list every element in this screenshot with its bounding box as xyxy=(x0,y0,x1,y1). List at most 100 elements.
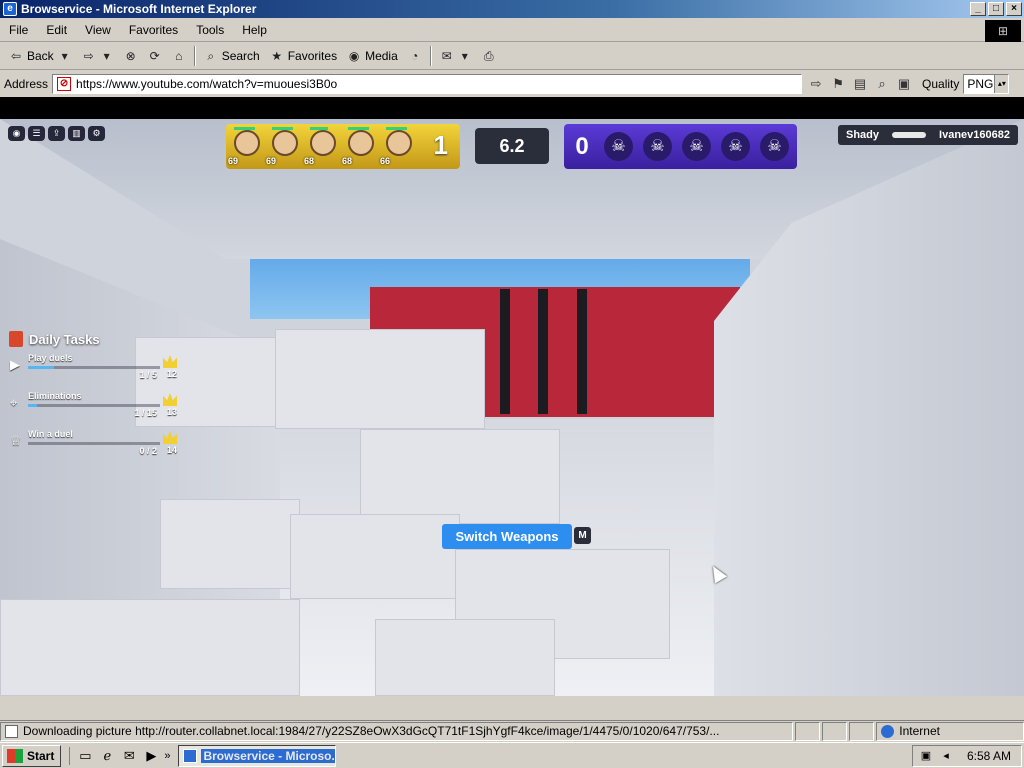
stop-button[interactable]: ⊗ xyxy=(119,45,143,67)
menu-view[interactable]: View xyxy=(76,23,120,37)
media-player-icon[interactable]: ▶ xyxy=(142,747,160,765)
menu-tools[interactable]: Tools xyxy=(187,23,233,37)
team-scoreboard: 69 69 68 68 66 1 xyxy=(226,124,460,169)
volume-icon[interactable]: ◂ xyxy=(939,749,953,763)
share-icon[interactable]: ⇪ xyxy=(48,126,65,141)
team-score: 1 xyxy=(433,130,448,160)
system-tray: ▣ ◂ 6:58 AM xyxy=(912,745,1022,767)
keybind-hint: M xyxy=(574,527,591,544)
favorites-button[interactable]: ★ Favorites xyxy=(265,45,342,67)
home-button[interactable]: ⌂ xyxy=(167,45,191,67)
player-health-bar xyxy=(310,126,329,130)
bookmark-icon[interactable]: ⚑ xyxy=(830,76,846,92)
logo-icon[interactable]: ◉ xyxy=(8,126,25,141)
minimize-button[interactable]: _ xyxy=(970,2,986,16)
taskbar: Start ▭ ℯ ✉ ▶ » Browservice - Microso...… xyxy=(0,742,1024,768)
menu-favorites[interactable]: Favorites xyxy=(120,23,187,37)
outlook-icon[interactable]: ✉ xyxy=(120,747,138,765)
menu-icon[interactable]: ☰ xyxy=(28,126,45,141)
back-arrow-icon: ⇦ xyxy=(10,49,22,63)
network-icon[interactable]: ▣ xyxy=(919,749,933,763)
show-desktop-icon[interactable]: ▭ xyxy=(76,747,94,765)
ie-icon[interactable]: ℯ xyxy=(98,747,116,765)
task-item: ▶ Play duels 1 / 5 12 xyxy=(9,351,179,385)
media-label: Media xyxy=(365,49,398,63)
quality-select[interactable]: PNG ▴▾ xyxy=(963,73,1010,94)
taskbar-window-button[interactable]: Browservice - Microso... xyxy=(178,744,337,767)
history-button[interactable]: ◔ xyxy=(403,45,427,67)
task-reward: 14 xyxy=(166,445,177,455)
task-reward: 13 xyxy=(166,407,177,417)
spin-arrows-icon[interactable]: ▴▾ xyxy=(994,74,1009,93)
game-view[interactable]: ◉ ☰ ⇪ ▥ ⚙ 69 69 68 68 66 1 6.2 0 ☠ ☠ ☠ ☠… xyxy=(0,119,1024,696)
menu-edit[interactable]: Edit xyxy=(37,23,76,37)
close-button[interactable]: × xyxy=(1006,2,1022,16)
search-button[interactable]: ⌕ Search xyxy=(199,45,265,67)
dropdown-arrow-icon[interactable]: ▾ xyxy=(458,49,472,63)
task-progress-bar xyxy=(28,404,160,407)
player-face-icon xyxy=(234,129,260,156)
skull-icon: ☠ xyxy=(760,132,789,161)
mail-button[interactable]: ✉ ▾ xyxy=(435,45,477,67)
task-progress-fill xyxy=(28,404,38,407)
status-message: Downloading picture http://router.collab… xyxy=(0,721,794,741)
daily-tasks-header: Daily Tasks xyxy=(9,331,179,347)
clipboard-icon[interactable]: ▣ xyxy=(896,76,912,92)
zone-label: Internet xyxy=(899,724,940,738)
mail-icon: ✉ xyxy=(441,49,452,63)
menu-file[interactable]: File xyxy=(0,23,37,37)
favorites-label: Favorites xyxy=(287,49,338,63)
menu-help[interactable]: Help xyxy=(233,23,276,37)
player-level: 68 xyxy=(342,155,353,166)
quality-label: Quality xyxy=(922,76,960,91)
address-input[interactable]: ⊘ https://www.youtube.com/watch?v=muoues… xyxy=(52,73,803,94)
killer-name: Shady xyxy=(846,129,880,141)
status-bar: Downloading picture http://router.collab… xyxy=(0,720,1024,741)
status-text: Downloading picture http://router.collab… xyxy=(23,724,720,738)
dropdown-arrow-icon[interactable]: ▾ xyxy=(58,49,72,63)
forward-button[interactable]: ⇨ ▾ xyxy=(77,45,119,67)
scene-pillar xyxy=(577,289,587,414)
quick-launch: ▭ ℯ ✉ ▶ xyxy=(69,746,160,765)
status-panel xyxy=(822,721,848,741)
history-icon: ◔ xyxy=(411,49,419,63)
settings-gear-icon[interactable]: ⚙ xyxy=(88,126,105,141)
inventory-icon[interactable]: ▥ xyxy=(68,126,85,141)
video-top-band xyxy=(0,97,1024,119)
player-health-bar xyxy=(272,126,293,130)
go-arrow-icon[interactable]: ⇨ xyxy=(808,76,824,92)
menu-bar: File Edit View Favorites Tools Help xyxy=(0,19,1024,42)
chevron-right-icon[interactable]: » xyxy=(164,750,170,762)
task-item: ⌖ Eliminations 1 / 15 13 xyxy=(9,389,179,423)
ie-icon xyxy=(183,748,198,763)
scene-block xyxy=(275,329,485,429)
task-name: Win a duel xyxy=(28,429,73,439)
clock[interactable]: 6:58 AM xyxy=(967,749,1011,763)
scene-block xyxy=(160,499,300,589)
round-timer: 6.2 xyxy=(475,128,549,164)
address-bar: Address ⊘ https://www.youtube.com/watch?… xyxy=(0,71,1024,96)
player-avatar: 68 xyxy=(342,126,378,166)
kill-feed: Shady Ivanev160682 xyxy=(838,125,1018,145)
media-button[interactable]: ◉ Media xyxy=(342,45,403,67)
maximize-button[interactable]: □ xyxy=(988,2,1004,16)
print-button[interactable]: ⎙ xyxy=(477,45,501,67)
address-label: Address xyxy=(4,76,49,91)
toolbar-separator xyxy=(429,46,432,66)
scene-pillar xyxy=(538,289,548,414)
back-button[interactable]: ⇦ Back ▾ xyxy=(4,45,77,67)
dropdown-arrow-icon[interactable]: ▾ xyxy=(100,49,114,63)
player-face-icon xyxy=(310,129,336,156)
save-icon[interactable]: ▤ xyxy=(852,76,868,92)
player-face-icon xyxy=(272,129,298,156)
player-health-bar xyxy=(348,126,369,130)
start-button[interactable]: Start xyxy=(2,744,62,767)
switch-weapons-button[interactable]: Switch Weapons xyxy=(442,524,572,549)
player-avatar: 69 xyxy=(266,126,302,166)
scene-block xyxy=(290,514,460,599)
page-loading-icon xyxy=(5,724,18,738)
refresh-button[interactable]: ⟳ xyxy=(143,45,167,67)
address-url: https://www.youtube.com/watch?v=muouesi3… xyxy=(76,76,338,91)
find-icon[interactable]: ⌕ xyxy=(874,76,890,92)
calendar-icon xyxy=(9,331,23,347)
